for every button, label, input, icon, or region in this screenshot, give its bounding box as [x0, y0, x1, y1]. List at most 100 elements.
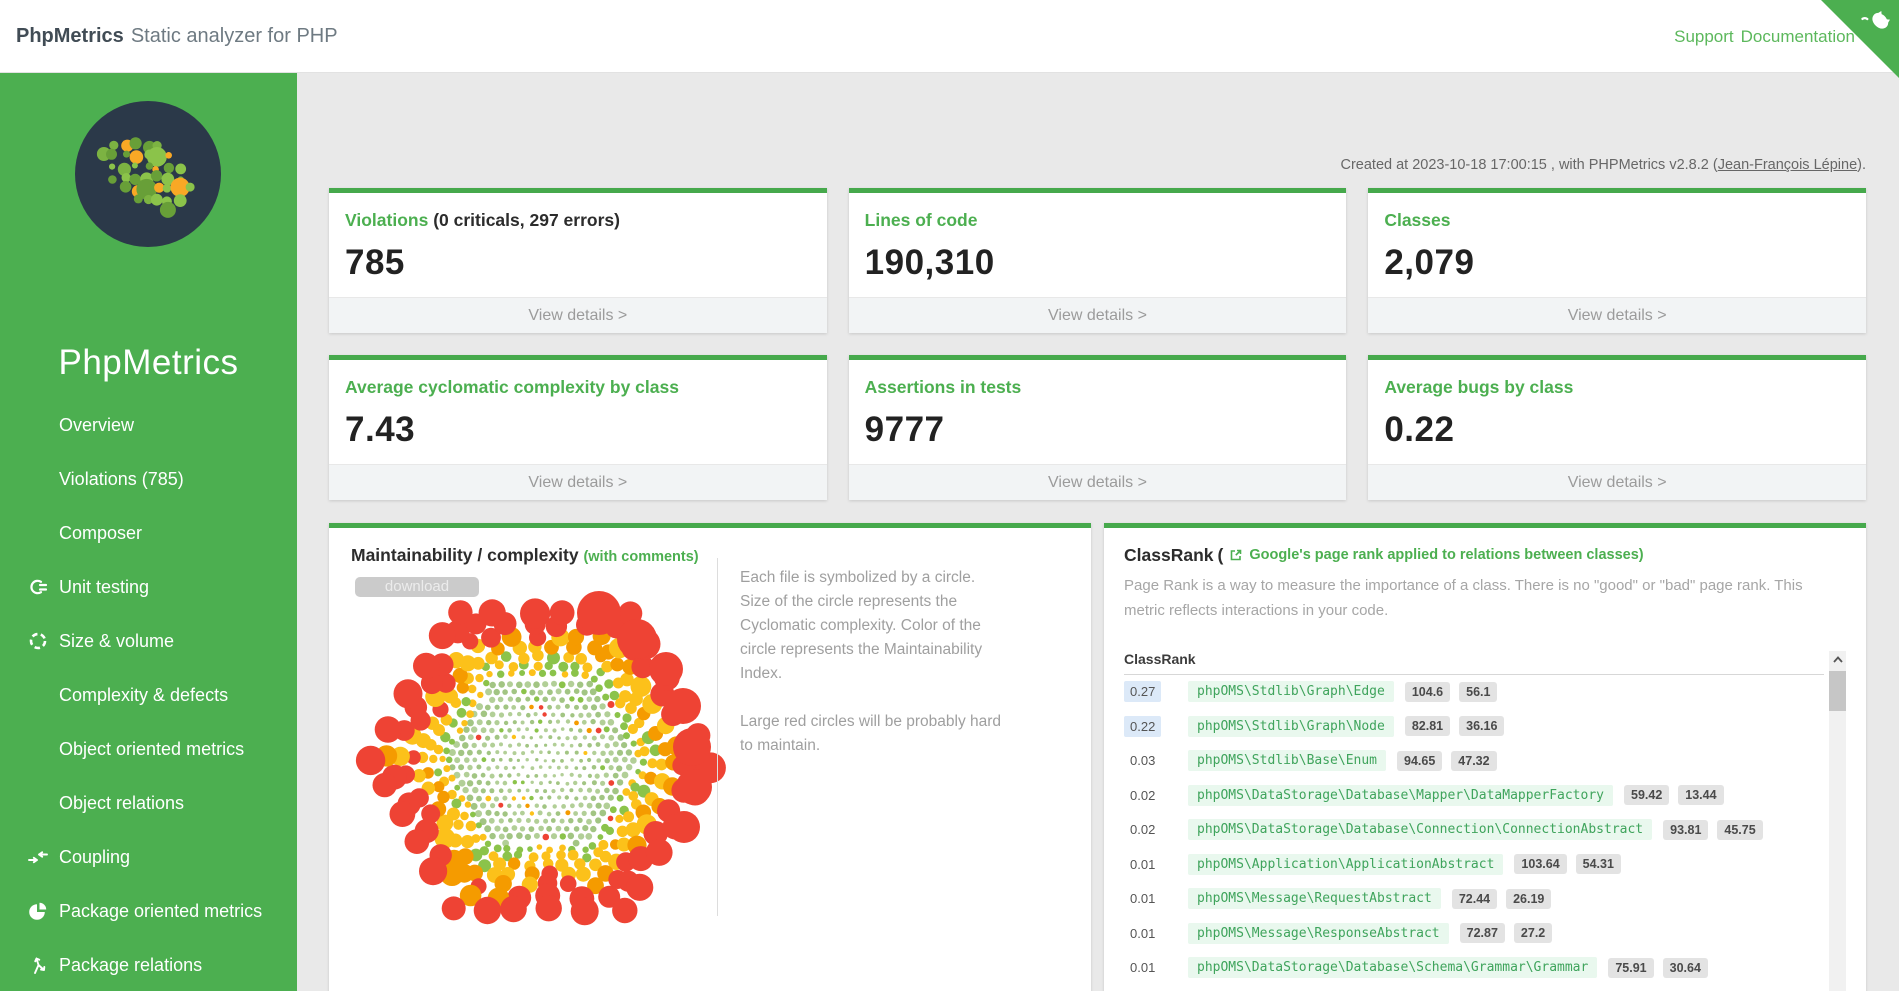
branch-arrows-icon — [27, 954, 49, 976]
stat-value: 785 — [345, 243, 811, 283]
card-body: Violations (0 criticals, 297 errors) 785 — [329, 193, 827, 283]
metric-badge: 104.6 — [1405, 682, 1450, 702]
sidebar-item-label: Object relations — [59, 793, 184, 814]
classrank-row: 0.22 phpOMS\Stdlib\Graph\Node 82.81 36.1… — [1124, 709, 1846, 744]
metric-badge: 59.42 — [1624, 785, 1669, 805]
github-corner-ribbon[interactable] — [1819, 0, 1899, 80]
classrank-subtitle[interactable]: Google's page rank applied to relations … — [1249, 544, 1643, 566]
card-title: Violations — [345, 210, 428, 230]
metric-badge: 75.91 — [1608, 958, 1653, 978]
sidebar-item-package-oriented-metrics[interactable]: Package oriented metrics — [0, 884, 297, 938]
classrank-row: 0.01 phpOMS\DataStorage\Database\Schema\… — [1124, 951, 1846, 986]
stat-value: 9777 — [865, 410, 1331, 450]
scroll-up-arrow-icon[interactable] — [1829, 651, 1846, 668]
spacer — [27, 522, 49, 544]
classrank-row: 0.01 phpOMS\DataStorage\Database\Builder… — [1124, 985, 1846, 991]
sidebar-item-object-relations[interactable]: Object relations — [0, 776, 297, 830]
card-body: Lines of code 190,310 — [849, 193, 1347, 283]
classrank-row: 0.27 phpOMS\Stdlib\Graph\Edge 104.6 56.1 — [1124, 675, 1846, 710]
sidebar-item-label: Overview — [59, 415, 134, 436]
author-link[interactable]: Jean-François Lépine — [1718, 157, 1857, 173]
view-details-link[interactable]: View details > — [849, 297, 1347, 333]
class-link[interactable]: phpOMS\DataStorage\Database\Connection\C… — [1188, 819, 1652, 840]
view-details-link[interactable]: View details > — [849, 464, 1347, 500]
class-link[interactable]: phpOMS\DataStorage\Database\Mapper\DataM… — [1188, 785, 1613, 806]
card-title: Average bugs by class — [1384, 377, 1573, 397]
brand: PhpMetrics Static analyzer for PHP — [16, 0, 338, 73]
classrank-row: 0.01 phpOMS\Message\RequestAbstract 72.4… — [1124, 882, 1846, 917]
scrollbar-thumb[interactable] — [1829, 671, 1846, 711]
sidebar-item-package-relations[interactable]: Package relations — [0, 938, 297, 991]
spacer — [27, 684, 49, 706]
stat-card-avg-cyclomatic-complexity: Average cyclomatic complexity by class 7… — [329, 355, 827, 500]
spacer — [27, 414, 49, 436]
sidebar-item-unit-testing[interactable]: Unit testing — [0, 560, 297, 614]
generated-meta: Created at 2023-10-18 17:00:15 , with PH… — [329, 157, 1866, 174]
rank-value: 0.01 — [1124, 857, 1170, 872]
sidebar-item-object-oriented-metrics[interactable]: Object oriented metrics — [0, 722, 297, 776]
class-link[interactable]: phpOMS\DataStorage\Database\Schema\Gramm… — [1188, 957, 1597, 978]
brand-name: PhpMetrics — [16, 25, 124, 48]
metric-badge: 93.81 — [1663, 820, 1708, 840]
metric-badge: 72.44 — [1452, 889, 1497, 909]
class-link[interactable]: phpOMS\Application\ApplicationAbstract — [1188, 854, 1503, 875]
sidebar-title: PhpMetrics — [0, 343, 297, 383]
created-text: Created at 2023-10-18 17:00:15 , with PH… — [1340, 157, 1717, 173]
merge-arrows-icon — [27, 846, 49, 868]
class-link[interactable]: phpOMS\Stdlib\Graph\Edge — [1188, 681, 1394, 702]
classrank-header: ClassRank ( Google's page rank applied t… — [1124, 544, 1846, 566]
sidebar-item-label: Composer — [59, 523, 142, 544]
view-details-link[interactable]: View details > — [329, 297, 827, 333]
class-link[interactable]: phpOMS\Message\ResponseAbstract — [1188, 923, 1449, 944]
class-link[interactable]: phpOMS\Stdlib\Base\Enum — [1188, 750, 1386, 771]
classrank-card: ClassRank ( Google's page rank applied t… — [1104, 523, 1866, 991]
stat-card-classes: Classes 2,079 View details > — [1368, 188, 1866, 333]
stat-value: 2,079 — [1384, 243, 1850, 283]
card-title: Average cyclomatic complexity by class — [345, 377, 679, 397]
rank-value: 0.03 — [1124, 753, 1170, 768]
view-details-link[interactable]: View details > — [1368, 297, 1866, 333]
classrank-row: 0.03 phpOMS\Stdlib\Base\Enum 94.65 47.32 — [1124, 744, 1846, 779]
stat-value: 7.43 — [345, 410, 811, 450]
metric-badge: 56.1 — [1459, 682, 1497, 702]
sidebar-item-composer[interactable]: Composer — [0, 506, 297, 560]
metric-badge: 30.64 — [1663, 958, 1708, 978]
metric-badge: 36.16 — [1459, 716, 1504, 736]
pie-chart-icon — [27, 900, 49, 922]
sidebar-item-overview[interactable]: Overview — [0, 398, 297, 452]
classrank-description: Page Rank is a way to measure the import… — [1124, 574, 1824, 624]
stat-card-violations: Violations (0 criticals, 297 errors) 785… — [329, 188, 827, 333]
metric-badge: 94.65 — [1397, 751, 1442, 771]
card-title: Lines of code — [865, 210, 978, 230]
test-list-icon — [27, 576, 49, 598]
classrank-table: ClassRank 0.27 phpOMS\Stdlib\Graph\Edge … — [1124, 651, 1846, 991]
sidebar-item-label: Violations (785) — [59, 469, 184, 490]
classrank-scrollbar[interactable] — [1829, 651, 1846, 991]
spacer — [27, 792, 49, 814]
view-details-link[interactable]: View details > — [329, 464, 827, 500]
view-details-link[interactable]: View details > — [1368, 464, 1866, 500]
sidebar-item-label: Unit testing — [59, 577, 149, 598]
class-link[interactable]: phpOMS\Message\RequestAbstract — [1188, 888, 1441, 909]
maintainability-bubble-chart[interactable] — [337, 556, 767, 976]
card-title: Classes — [1384, 210, 1450, 230]
metric-badge: 103.64 — [1514, 854, 1566, 874]
description-paragraph: Each file is symbolized by a circle. Siz… — [740, 566, 1003, 686]
rank-value: 0.02 — [1124, 788, 1170, 803]
sidebar-item-label: Complexity & defects — [59, 685, 228, 706]
rank-value: 0.01 — [1124, 960, 1170, 975]
sidebar-item-size-volume[interactable]: Size & volume — [0, 614, 297, 668]
brand-tagline: Static analyzer for PHP — [131, 25, 338, 48]
sidebar-item-complexity-defects[interactable]: Complexity & defects — [0, 668, 297, 722]
metric-badge: 27.2 — [1514, 923, 1552, 943]
card-body: Assertions in tests 9777 — [849, 360, 1347, 450]
classrank-row: 0.02 phpOMS\DataStorage\Database\Mapper\… — [1124, 778, 1846, 813]
sidebar-item-label: Object oriented metrics — [59, 739, 244, 760]
card-body: Classes 2,079 — [1368, 193, 1866, 283]
sidebar-item-violations[interactable]: Violations (785) — [0, 452, 297, 506]
class-link[interactable]: phpOMS\Stdlib\Graph\Node — [1188, 716, 1394, 737]
segmented-circle-icon — [27, 630, 49, 652]
sidebar-item-label: Coupling — [59, 847, 130, 868]
support-link[interactable]: Support — [1674, 27, 1734, 47]
sidebar-item-coupling[interactable]: Coupling — [0, 830, 297, 884]
